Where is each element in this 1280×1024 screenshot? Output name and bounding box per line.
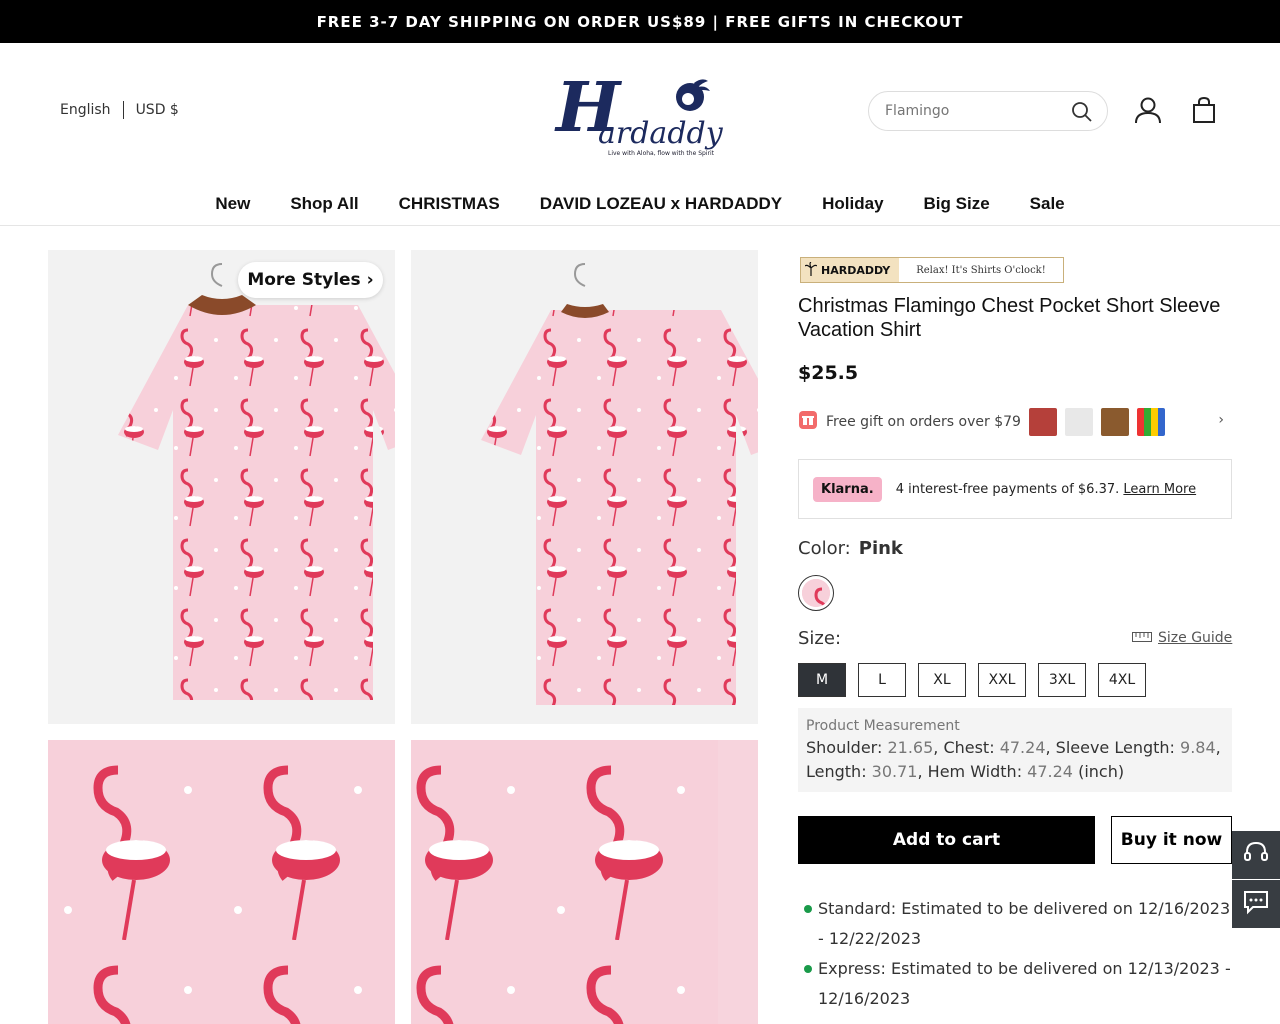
color-swatch-pink[interactable] bbox=[798, 575, 834, 611]
nav-item-shop-all[interactable]: Shop All bbox=[290, 194, 358, 214]
nav-item-new[interactable]: New bbox=[215, 194, 250, 214]
site-header: English USD $ H ardaddy Live with Aloha,… bbox=[0, 43, 1280, 183]
product-image-detail-2[interactable] bbox=[411, 740, 758, 1024]
product-price: $25.5 bbox=[798, 362, 859, 384]
brand-banner-right: Relax! It's Shirts O'clock! bbox=[916, 264, 1046, 276]
currency-selector[interactable]: USD $ bbox=[136, 102, 179, 118]
size-option-3xl[interactable]: 3XL bbox=[1038, 663, 1086, 697]
nav-item-holiday[interactable]: Holiday bbox=[822, 194, 883, 214]
divider bbox=[122, 101, 124, 119]
klarna-logo: Klarna. bbox=[813, 476, 882, 502]
palm-icon bbox=[804, 260, 818, 279]
chevron-right-icon: › bbox=[366, 270, 374, 290]
measurement-unit: (inch) bbox=[1078, 762, 1125, 781]
main-nav: New Shop All CHRISTMAS DAVID LOZEAU x HA… bbox=[0, 183, 1280, 226]
announcement-bar: FREE 3-7 DAY SHIPPING ON ORDER US$89 | F… bbox=[0, 0, 1280, 43]
status-dot bbox=[804, 905, 812, 913]
color-value: Pink bbox=[858, 538, 903, 559]
language-selector[interactable]: English bbox=[60, 102, 111, 118]
nav-item-big-size[interactable]: Big Size bbox=[924, 194, 990, 214]
measurement-value: 30.71 bbox=[871, 762, 918, 781]
product-measurement: Product Measurement Shoulder: 21.65, Che… bbox=[798, 708, 1232, 792]
size-option-m[interactable]: M bbox=[798, 663, 846, 697]
search-icon[interactable] bbox=[1071, 101, 1093, 127]
size-label: Size: bbox=[798, 628, 842, 649]
more-styles-button[interactable]: More Styles › bbox=[238, 262, 383, 298]
measurement-label: Chest: bbox=[943, 738, 995, 757]
svg-text:ardaddy: ardaddy bbox=[598, 116, 724, 151]
search-bar[interactable] bbox=[868, 91, 1108, 131]
more-styles-label: More Styles bbox=[247, 270, 361, 290]
product-image-back[interactable] bbox=[411, 250, 758, 724]
support-button[interactable] bbox=[1232, 831, 1280, 879]
measurement-values: Shoulder: 21.65, Chest: 47.24, Sleeve Le… bbox=[806, 738, 1221, 781]
user-icon[interactable] bbox=[1134, 96, 1162, 128]
size-options: M L XL XXL 3XL 4XL bbox=[798, 663, 1146, 697]
size-guide-label: Size Guide bbox=[1158, 630, 1233, 646]
chat-icon bbox=[1243, 889, 1269, 919]
measurement-value: 47.24 bbox=[999, 738, 1046, 757]
measurement-value: 21.65 bbox=[887, 738, 934, 757]
ruler-icon bbox=[1132, 630, 1152, 646]
brand-banner-left: HARDADDY bbox=[821, 263, 891, 277]
gift-text: Free gift on orders over $79 bbox=[826, 414, 1021, 430]
locale-switcher: English USD $ bbox=[60, 101, 179, 119]
add-to-cart-button[interactable]: Add to cart bbox=[798, 816, 1095, 864]
shipping-express-text: Express: Estimated to be delivered on 12… bbox=[818, 959, 1231, 1008]
logo-tagline: Live with Aloha, flow with the Spirit bbox=[608, 150, 714, 157]
size-option-4xl[interactable]: 4XL bbox=[1098, 663, 1146, 697]
shopping-bag-icon[interactable] bbox=[1190, 96, 1218, 128]
site-logo[interactable]: H ardaddy bbox=[548, 63, 728, 163]
measurement-value: 47.24 bbox=[1027, 762, 1073, 781]
product-image-front[interactable] bbox=[48, 250, 395, 724]
measurement-label: Length: bbox=[806, 762, 867, 781]
size-option-xl[interactable]: XL bbox=[918, 663, 966, 697]
size-option-l[interactable]: L bbox=[858, 663, 906, 697]
klarna-learn-more-link[interactable]: Learn More bbox=[1123, 482, 1196, 497]
measurement-label: Sleeve Length: bbox=[1055, 738, 1175, 757]
nav-item-david-lozeau[interactable]: DAVID LOZEAU x HARDADDY bbox=[540, 194, 782, 214]
klarna-text: 4 interest-free payments of $6.37. bbox=[895, 481, 1120, 497]
gift-thumbnail[interactable] bbox=[1028, 408, 1057, 436]
buy-now-button[interactable]: Buy it now bbox=[1111, 816, 1232, 864]
free-gift-row[interactable]: Free gift on orders over $79 › bbox=[798, 406, 1232, 438]
product-title: Christmas Flamingo Chest Pocket Short Sl… bbox=[798, 295, 1221, 341]
headset-icon bbox=[1243, 840, 1269, 870]
color-label-text: Color: bbox=[798, 538, 851, 559]
chat-button[interactable] bbox=[1232, 880, 1280, 928]
klarna-banner: Klarna. 4 interest-free payments of $6.3… bbox=[798, 459, 1232, 519]
measurement-heading: Product Measurement bbox=[806, 718, 960, 734]
size-guide-link[interactable]: Size Guide bbox=[1132, 630, 1232, 646]
shipping-standard: Standard: Estimated to be delivered on 1… bbox=[804, 894, 1234, 954]
gift-thumbnail[interactable] bbox=[1064, 408, 1093, 436]
shipping-standard-text: Standard: Estimated to be delivered on 1… bbox=[818, 899, 1231, 948]
nav-item-sale[interactable]: Sale bbox=[1030, 194, 1065, 214]
gift-icon bbox=[798, 410, 818, 434]
measurement-label: Shoulder: bbox=[806, 738, 883, 757]
gift-thumbnail[interactable] bbox=[1136, 408, 1165, 436]
nav-item-christmas[interactable]: CHRISTMAS bbox=[399, 194, 500, 214]
color-label: Color: Pink bbox=[798, 538, 903, 559]
chevron-right-icon[interactable]: › bbox=[1218, 412, 1224, 428]
gift-thumbnail[interactable] bbox=[1100, 408, 1129, 436]
brand-banner: HARDADDY Relax! It's Shirts O'clock! bbox=[800, 257, 1064, 283]
search-input[interactable] bbox=[885, 103, 1065, 119]
product-image-detail-1[interactable] bbox=[48, 740, 395, 1024]
shipping-express: Express: Estimated to be delivered on 12… bbox=[804, 954, 1234, 1014]
size-option-xxl[interactable]: XXL bbox=[978, 663, 1026, 697]
measurement-value: 9.84 bbox=[1180, 738, 1216, 757]
status-dot bbox=[804, 965, 812, 973]
measurement-label: Hem Width: bbox=[927, 762, 1023, 781]
